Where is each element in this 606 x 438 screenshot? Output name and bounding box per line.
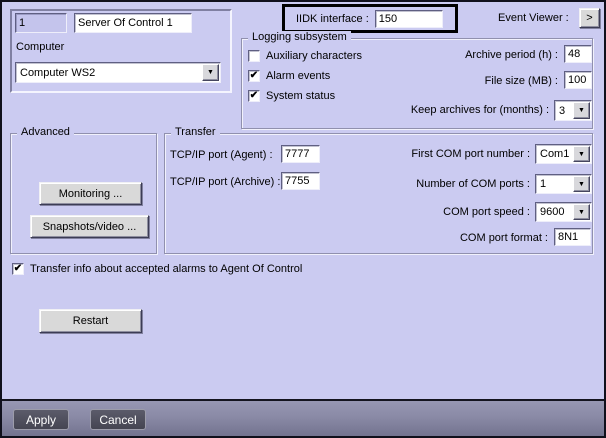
alarm-events-checkbox[interactable]: ✔ (248, 70, 260, 82)
tcp-agent-field[interactable] (281, 145, 320, 163)
system-status-label: System status (266, 90, 336, 102)
chevron-down-icon[interactable]: ▼ (573, 146, 590, 162)
cancel-button[interactable]: Cancel (90, 409, 146, 430)
tcp-agent-field-wrap (281, 145, 320, 163)
num-com-ports-label: Number of COM ports : (416, 178, 530, 190)
restart-button[interactable]: Restart (39, 309, 142, 333)
tcp-archive-label: TCP/IP port (Archive) : (170, 176, 281, 188)
server-name-field-wrap (74, 13, 192, 33)
server-name-field[interactable] (74, 13, 192, 33)
iidk-interface-field[interactable] (374, 9, 443, 28)
file-size-field-wrap (564, 71, 592, 89)
server-id-field-wrap (15, 13, 67, 33)
com-port-format-field-wrap (554, 228, 591, 246)
first-com-port-value: Com1 (540, 148, 570, 160)
tcp-archive-field-wrap (281, 172, 320, 190)
auxiliary-characters-label: Auxiliary characters (266, 50, 362, 62)
server-id-field[interactable] (15, 13, 67, 33)
first-com-port-label: First COM port number : (411, 148, 530, 160)
first-com-port-select[interactable]: Com1 ▼ (535, 144, 592, 164)
computer-label: Computer (16, 41, 65, 53)
file-size-label: File size (MB) : (484, 75, 558, 87)
iidk-highlight-box: IIDK interface : (282, 4, 458, 33)
computer-select-value: Computer WS2 (20, 66, 96, 79)
com-port-speed-label: COM port speed : (443, 206, 530, 218)
num-com-ports-select[interactable]: 1 ▼ (535, 174, 592, 194)
num-com-ports-value: 1 (540, 178, 547, 190)
file-size-field[interactable] (564, 71, 592, 89)
auxiliary-characters-checkbox[interactable] (248, 50, 260, 62)
chevron-down-icon[interactable]: ▼ (573, 204, 590, 220)
apply-button[interactable]: Apply (13, 409, 69, 430)
server-settings-dialog: Computer Computer WS2 ▼ IIDK interface :… (0, 0, 606, 438)
com-port-speed-value: 9600 (540, 206, 565, 218)
chevron-down-icon[interactable]: ▼ (573, 102, 590, 119)
event-viewer-button[interactable]: > (579, 8, 600, 28)
iidk-interface-label: IIDK interface : (296, 12, 369, 25)
transfer-info-checkbox[interactable]: ✔ (12, 263, 24, 275)
advanced-title: Advanced (17, 126, 74, 138)
archive-period-label: Archive period (h) : (465, 49, 558, 61)
logging-subsystem-title: Logging subsystem (248, 31, 351, 43)
tcp-agent-label: TCP/IP port (Agent) : (170, 149, 273, 161)
transfer-info-label: Transfer info about accepted alarms to A… (30, 263, 303, 275)
tcp-archive-field[interactable] (281, 172, 320, 190)
system-status-checkbox[interactable]: ✔ (248, 90, 260, 102)
keep-archives-value: 3 (559, 104, 566, 117)
event-viewer-label: Event Viewer : (498, 12, 569, 24)
archive-period-field[interactable] (564, 45, 592, 63)
com-port-speed-select[interactable]: 9600 ▼ (535, 202, 592, 222)
monitoring-button[interactable]: Monitoring ... (39, 182, 142, 205)
transfer-title: Transfer (171, 126, 220, 138)
com-port-format-label: COM port format : (459, 232, 548, 244)
archive-period-field-wrap (564, 45, 592, 63)
computer-select[interactable]: Computer WS2 ▼ (15, 62, 221, 83)
keep-archives-label: Keep archives for (months) : (410, 104, 549, 116)
footer-bar: Apply Cancel (2, 399, 604, 436)
alarm-events-label: Alarm events (266, 70, 331, 82)
chevron-down-icon[interactable]: ▼ (202, 64, 219, 81)
chevron-down-icon[interactable]: ▼ (573, 176, 590, 192)
keep-archives-select[interactable]: 3 ▼ (554, 100, 592, 121)
snapshots-video-button[interactable]: Snapshots/video ... (30, 215, 149, 238)
com-port-format-field[interactable] (554, 228, 591, 246)
